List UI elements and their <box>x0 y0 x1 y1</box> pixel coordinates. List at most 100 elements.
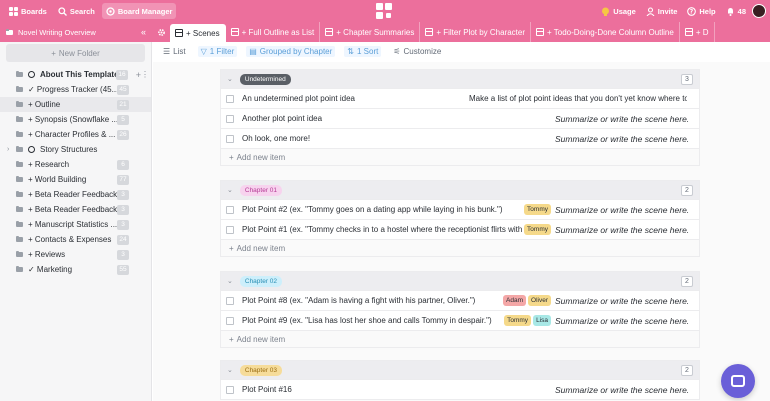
group-header[interactable]: ⌄ Chapter 03 2 <box>221 361 699 379</box>
item-count-badge: 77 <box>117 174 129 185</box>
table-row[interactable]: Oh look, one more! Summarize or write the… <box>221 128 699 148</box>
folder-icon <box>16 191 23 197</box>
chat-button[interactable] <box>721 364 755 398</box>
sidebar-item[interactable]: + Manuscript Statistics ... 3 <box>0 217 151 232</box>
table-row[interactable]: Plot Point #1 (ex. "Tommy checks in to a… <box>221 219 699 239</box>
table-row[interactable]: Plot Point #9 (ex. "Lisa has lost her sh… <box>221 310 699 330</box>
add-new-item-button[interactable]: + Add new item <box>221 239 699 256</box>
character-tag[interactable]: Adam <box>503 295 527 306</box>
sort-button[interactable]: ⇅ 1 Sort <box>344 45 382 57</box>
svg-text:?: ? <box>690 8 694 15</box>
row-description: Summarize or write the scene here. <box>555 204 690 215</box>
sidebar-item-label: + Contacts & Expenses <box>28 235 112 244</box>
folder-icon <box>6 28 13 35</box>
row-title: Plot Point #16 <box>242 385 292 394</box>
row-checkbox[interactable] <box>226 316 234 325</box>
chevron-down-icon[interactable]: ⌄ <box>227 75 233 83</box>
sidebar-item[interactable]: ✓ Marketing 55 <box>0 262 151 277</box>
sidebar-item[interactable]: + Character Profiles & ... 26 <box>0 127 151 142</box>
sidebar-item[interactable]: › Story Structures <box>0 142 151 157</box>
item-count-badge: 3 <box>117 189 129 200</box>
sidebar-item-label: + Beta Reader Feedback... <box>28 190 124 199</box>
folder-icon <box>16 176 23 182</box>
add-new-item-button[interactable]: + Add new item <box>221 330 699 347</box>
chevron-down-icon[interactable]: ⌄ <box>227 186 233 194</box>
customize-label: Customize <box>403 46 442 56</box>
tab-filter-plot[interactable]: + Filter Plot by Character <box>420 22 532 42</box>
row-checkbox[interactable] <box>226 114 234 123</box>
search-button[interactable]: Search <box>54 3 99 19</box>
invite-button[interactable]: Invite <box>642 3 682 19</box>
sidebar-item[interactable]: + Beta Reader Feedback... 3 <box>0 187 151 202</box>
usage-button[interactable]: Usage <box>597 3 640 19</box>
board-manager-label: Board Manager <box>117 6 173 16</box>
table-row[interactable]: An undetermined plot point idea Make a li… <box>221 88 699 108</box>
sidebar-item[interactable]: + World Building 77 <box>0 172 151 187</box>
sidebar-item[interactable]: + Synopsis (Snowflake ... 5 <box>0 112 151 127</box>
group-header[interactable]: ⌄ Chapter 01 2 <box>221 181 699 199</box>
table-view-icon <box>425 28 434 36</box>
sidebar-item[interactable]: + Contacts & Expenses 24 <box>0 232 151 247</box>
character-tag[interactable]: Tommy <box>504 315 532 326</box>
sidebar-item[interactable]: + Beta Reader Feedback... 3 <box>0 202 151 217</box>
tab-chapter-summaries[interactable]: + Chapter Summaries <box>320 22 421 42</box>
tab-label: + Full Outline as List <box>241 27 315 37</box>
row-checkbox[interactable] <box>226 296 234 305</box>
row-checkbox[interactable] <box>226 205 234 214</box>
sidebar-item[interactable]: + Reviews 3 <box>0 247 151 262</box>
plus-icon: + <box>229 152 234 162</box>
list-view-button[interactable]: ☰ List <box>160 46 189 57</box>
row-checkbox[interactable] <box>226 94 234 103</box>
more-options-icon[interactable]: ⋮ <box>141 70 149 79</box>
app-logo[interactable] <box>376 3 392 19</box>
new-folder-button[interactable]: + New Folder <box>6 44 145 62</box>
table-row[interactable]: Another plot point idea Summarize or writ… <box>221 108 699 128</box>
chevron-down-icon[interactable]: ⌄ <box>227 366 233 374</box>
character-tag[interactable]: Lisa <box>533 315 551 326</box>
gear-icon[interactable] <box>152 22 170 42</box>
sidebar-item[interactable]: + Outline 21 <box>0 97 151 112</box>
character-tag[interactable]: Tommy <box>524 224 551 235</box>
table-row[interactable]: Plot Point #16 Summarize or write the sce… <box>221 379 699 399</box>
collapse-sidebar-icon[interactable]: « <box>141 27 146 37</box>
group-button[interactable]: ▤ Grouped by Chapter <box>246 45 336 57</box>
chevron-right-icon[interactable]: › <box>7 146 9 153</box>
sidebar-item[interactable]: About This Template 16 + ⋮ <box>0 67 151 82</box>
plus-icon: + <box>229 334 234 344</box>
row-checkbox[interactable] <box>226 225 234 234</box>
board-manager-button[interactable]: Board Manager <box>101 3 177 19</box>
row-checkbox[interactable] <box>226 134 234 143</box>
table-row[interactable]: Plot Point #2 (ex. "Tommy goes on a dati… <box>221 199 699 219</box>
avatar[interactable] <box>752 4 766 18</box>
character-tag[interactable]: Tommy <box>524 204 551 215</box>
folder-icon <box>16 116 23 122</box>
folder-icon <box>16 131 23 137</box>
item-count-badge: 16 <box>116 69 128 80</box>
group-header[interactable]: ⌄ Chapter 02 2 <box>221 272 699 290</box>
sidebar-item[interactable]: + Research 6 <box>0 157 151 172</box>
row-checkbox[interactable] <box>226 385 234 394</box>
folder-icon <box>16 206 23 212</box>
add-new-item-button[interactable]: + Add new item <box>221 148 699 165</box>
group-header[interactable]: ⌄ Undetermined 3 <box>221 70 699 88</box>
customize-button[interactable]: ⚟ Customize <box>390 46 444 57</box>
tab-scenes[interactable]: + Scenes <box>170 24 226 42</box>
list-view-icon <box>175 29 183 37</box>
chevron-down-icon[interactable]: ⌄ <box>227 277 233 285</box>
character-tag[interactable]: Oliver <box>528 295 551 306</box>
notifications-button[interactable]: 48 <box>722 3 750 19</box>
character-tags: Tommy Lisa <box>504 315 551 326</box>
tab-more[interactable]: + D <box>680 22 715 42</box>
group-icon: ▤ <box>249 46 257 56</box>
group-label: Grouped by Chapter <box>259 46 333 56</box>
sidebar-item-label: + Manuscript Statistics ... <box>28 220 118 229</box>
tab-todo-column[interactable]: + Todo-Doing-Done Column Outline <box>531 22 680 42</box>
group-count: 3 <box>681 74 693 85</box>
sidebar-item[interactable]: ✓ Progress Tracker (45... 45 <box>0 82 151 97</box>
filter-button[interactable]: ▽ 1 Filter <box>197 45 238 57</box>
help-button[interactable]: ? Help <box>683 3 719 19</box>
table-row[interactable]: Plot Point #8 (ex. "Adam is having a fig… <box>221 290 699 310</box>
tab-label: + Filter Plot by Character <box>436 27 526 37</box>
boards-button[interactable]: Boards <box>5 3 51 19</box>
tab-full-outline[interactable]: + Full Outline as List <box>226 22 321 42</box>
